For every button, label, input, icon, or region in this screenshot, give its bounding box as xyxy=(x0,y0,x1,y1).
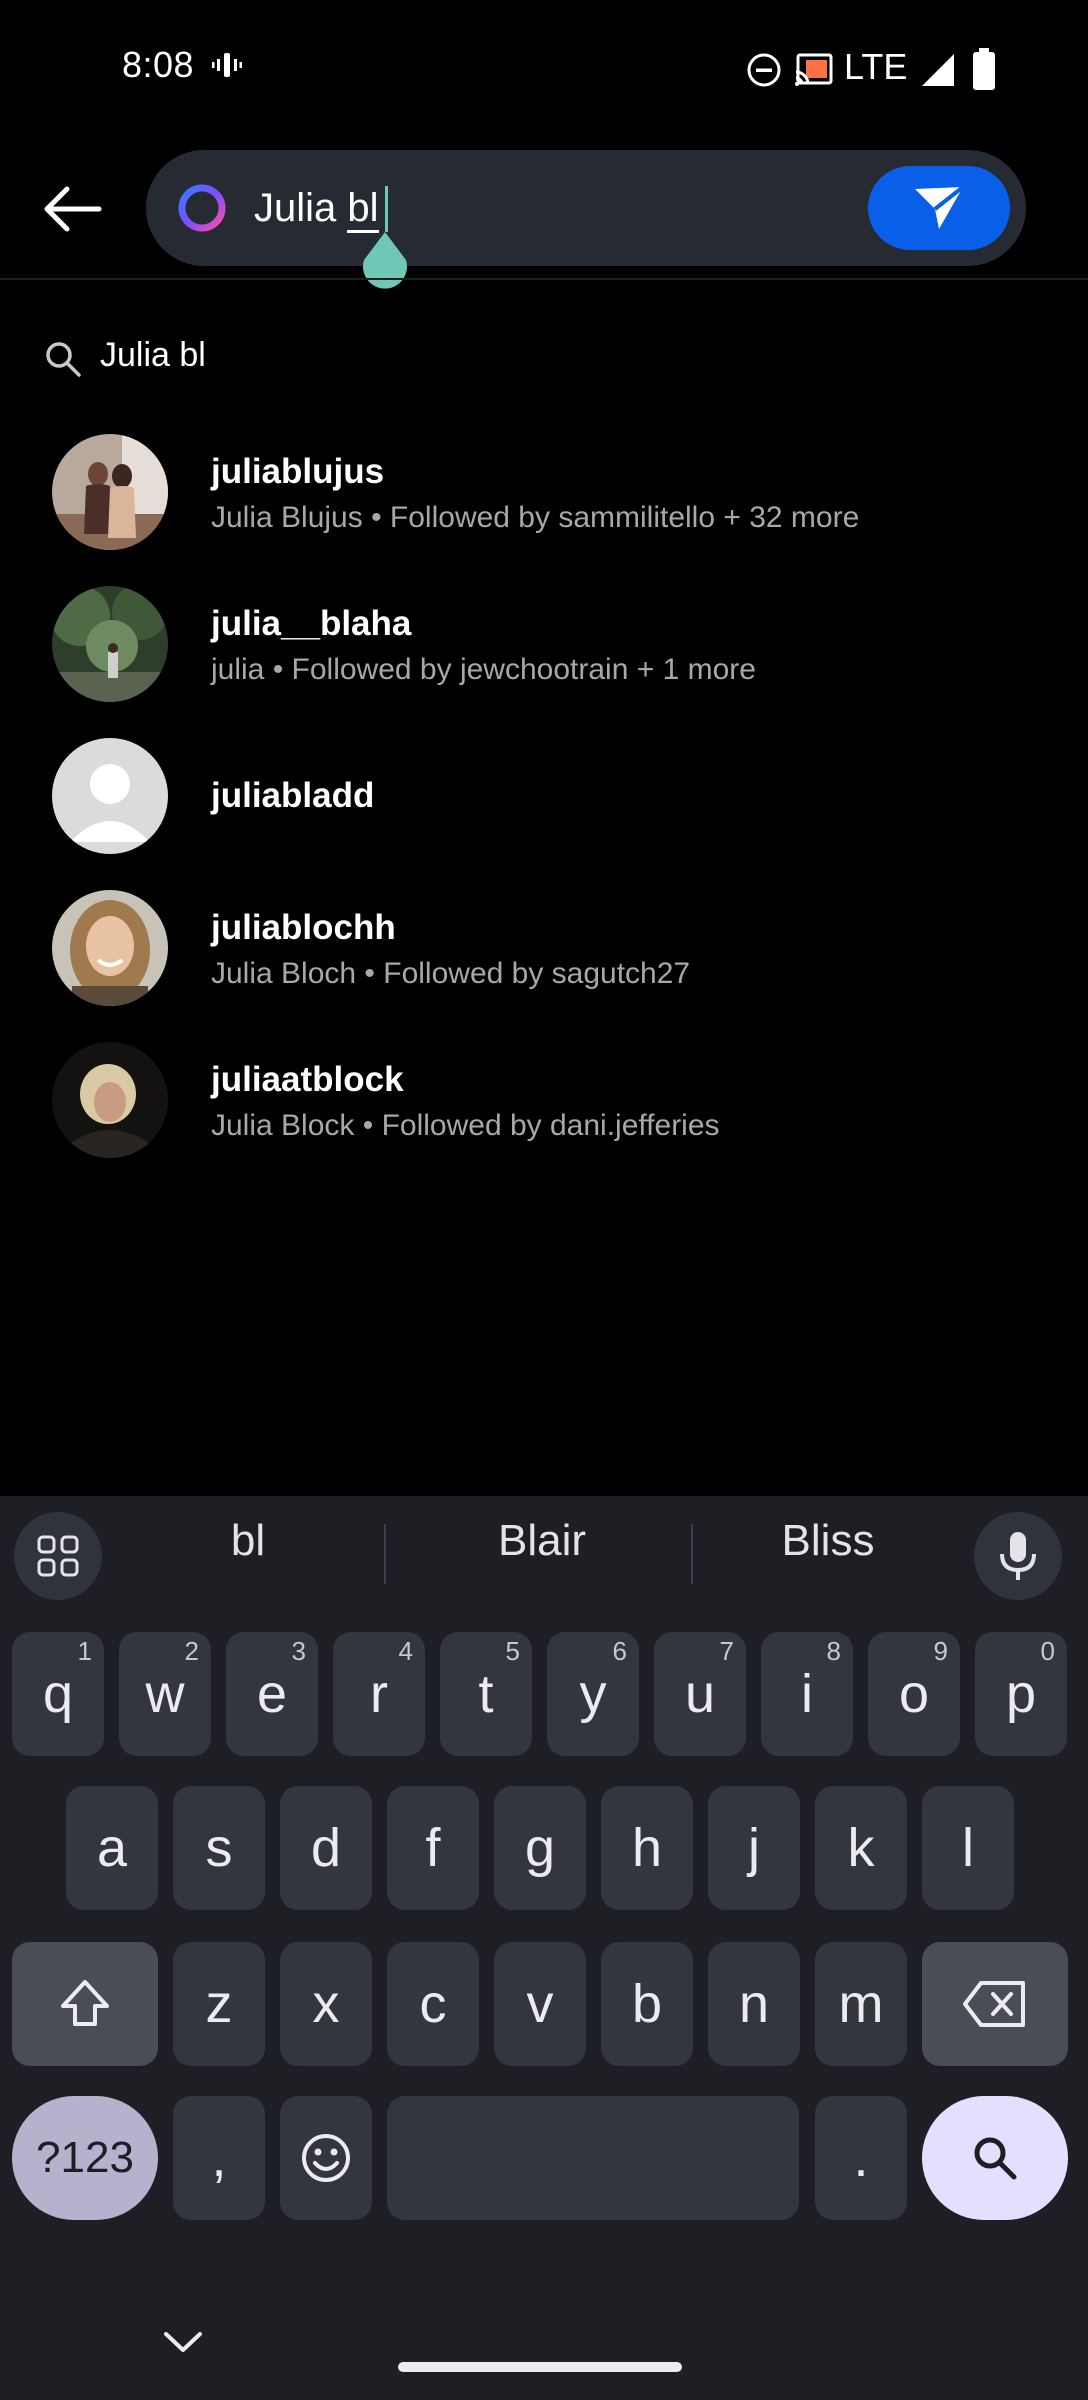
suggestion-divider xyxy=(691,1524,693,1584)
result-username: juliablujus xyxy=(211,452,385,491)
signal-icon xyxy=(922,54,954,86)
result-username: juliablochh xyxy=(211,908,396,947)
send-button[interactable] xyxy=(868,166,1010,250)
key-g[interactable]: g xyxy=(494,1786,586,1910)
key-n[interactable]: n xyxy=(708,1942,800,2066)
status-bar: 8:08 LTE xyxy=(0,0,1088,134)
key-d[interactable]: d xyxy=(280,1786,372,1910)
cast-icon xyxy=(795,53,833,86)
result-meta: julia • Followed by jewchootrain + 1 mor… xyxy=(211,653,756,686)
key-z[interactable]: z xyxy=(173,1942,265,2066)
back-arrow-icon xyxy=(44,186,102,232)
key-k[interactable]: k xyxy=(815,1786,907,1910)
key-a[interactable]: a xyxy=(66,1786,158,1910)
grid-icon xyxy=(37,1535,79,1577)
meta-ai-ring-icon xyxy=(178,184,226,232)
do-not-disturb-icon xyxy=(747,53,781,87)
emoji-icon xyxy=(302,2134,350,2182)
search-query-prefix: Julia xyxy=(254,186,348,230)
key-x[interactable]: x xyxy=(280,1942,372,2066)
search-result-row[interactable]: juliablujus Julia Blujus • Followed by s… xyxy=(0,434,1088,584)
comma-key[interactable]: , xyxy=(173,2096,265,2220)
header-divider xyxy=(0,278,1088,280)
search-action-key[interactable] xyxy=(922,2096,1068,2220)
send-icon xyxy=(915,185,965,229)
avatar xyxy=(52,890,168,1006)
search-result-row[interactable]: juliabladd xyxy=(0,738,1088,888)
key-r[interactable]: r4 xyxy=(333,1632,425,1756)
back-button[interactable] xyxy=(32,172,112,246)
search-icon xyxy=(974,2137,1017,2180)
suggestion-strip: bl Blair Bliss xyxy=(0,1496,1088,1608)
battery-icon xyxy=(973,48,995,90)
key-t[interactable]: t5 xyxy=(440,1632,532,1756)
key-l[interactable]: l xyxy=(922,1786,1014,1910)
key-b[interactable]: b xyxy=(601,1942,693,2066)
search-input[interactable]: Julia bl xyxy=(254,178,379,238)
key-f[interactable]: f xyxy=(387,1786,479,1910)
search-query-composing: bl xyxy=(347,186,379,233)
suggestion-divider xyxy=(384,1524,386,1584)
search-icon xyxy=(46,342,81,377)
search-result-row[interactable]: juliaatblock Julia Block • Followed by d… xyxy=(0,1042,1088,1192)
avatar xyxy=(52,586,168,702)
result-username: julia__blaha xyxy=(211,604,412,643)
avatar xyxy=(52,434,168,550)
suggestion-word[interactable]: Bliss xyxy=(700,1516,956,1566)
network-type: LTE xyxy=(844,46,908,87)
search-query-suggestion[interactable]: Julia bl xyxy=(0,322,1088,394)
key-o[interactable]: o9 xyxy=(868,1632,960,1756)
shift-icon xyxy=(61,1980,109,2026)
key-p[interactable]: p0 xyxy=(975,1632,1067,1756)
emoji-key[interactable] xyxy=(280,2096,372,2220)
keyboard: bl Blair Bliss q1 w2 e3 r4 t5 y6 u7 i8 o… xyxy=(0,1496,1088,2400)
backspace-icon xyxy=(963,1981,1025,2027)
search-bar[interactable]: Julia bl xyxy=(146,150,1026,266)
gesture-nav-handle[interactable] xyxy=(398,2362,682,2372)
key-v[interactable]: v xyxy=(494,1942,586,2066)
hide-keyboard-icon[interactable] xyxy=(160,2326,206,2356)
search-result-row[interactable]: juliablochh Julia Bloch • Followed by sa… xyxy=(0,890,1088,1040)
key-h[interactable]: h xyxy=(601,1786,693,1910)
result-username: juliabladd xyxy=(211,776,375,815)
key-e[interactable]: e3 xyxy=(226,1632,318,1756)
suggestion-word[interactable]: bl xyxy=(120,1516,376,1566)
key-w[interactable]: w2 xyxy=(119,1632,211,1756)
key-q[interactable]: q1 xyxy=(12,1632,104,1756)
symbols-key[interactable]: ?123 xyxy=(12,2096,158,2220)
voice-input-button[interactable] xyxy=(974,1512,1062,1600)
key-m[interactable]: m xyxy=(815,1942,907,2066)
backspace-key[interactable] xyxy=(922,1942,1068,2066)
key-s[interactable]: s xyxy=(173,1786,265,1910)
query-suggestion-text: Julia bl xyxy=(100,336,206,374)
status-time: 8:08 xyxy=(122,44,195,85)
key-c[interactable]: c xyxy=(387,1942,479,2066)
vibrate-icon xyxy=(212,53,242,77)
avatar xyxy=(52,1042,168,1158)
suggestion-word[interactable]: Blair xyxy=(392,1516,692,1566)
key-i[interactable]: i8 xyxy=(761,1632,853,1756)
period-key[interactable]: . xyxy=(815,2096,907,2220)
result-meta: Julia Blujus • Followed by sammilitello … xyxy=(211,501,860,534)
text-cursor xyxy=(385,186,388,232)
keyboard-apps-button[interactable] xyxy=(14,1512,102,1600)
shift-key[interactable] xyxy=(12,1942,158,2066)
space-key[interactable] xyxy=(387,2096,799,2220)
default-avatar xyxy=(52,738,168,854)
key-u[interactable]: u7 xyxy=(654,1632,746,1756)
result-username: juliaatblock xyxy=(211,1060,404,1099)
key-y[interactable]: y6 xyxy=(547,1632,639,1756)
cursor-handle[interactable] xyxy=(358,230,412,296)
search-result-row[interactable]: julia__blaha julia • Followed by jewchoo… xyxy=(0,586,1088,736)
result-meta: Julia Bloch • Followed by sagutch27 xyxy=(211,957,691,990)
result-meta: Julia Block • Followed by dani.jefferies xyxy=(211,1109,720,1142)
mic-icon xyxy=(1000,1532,1036,1580)
key-j[interactable]: j xyxy=(708,1786,800,1910)
